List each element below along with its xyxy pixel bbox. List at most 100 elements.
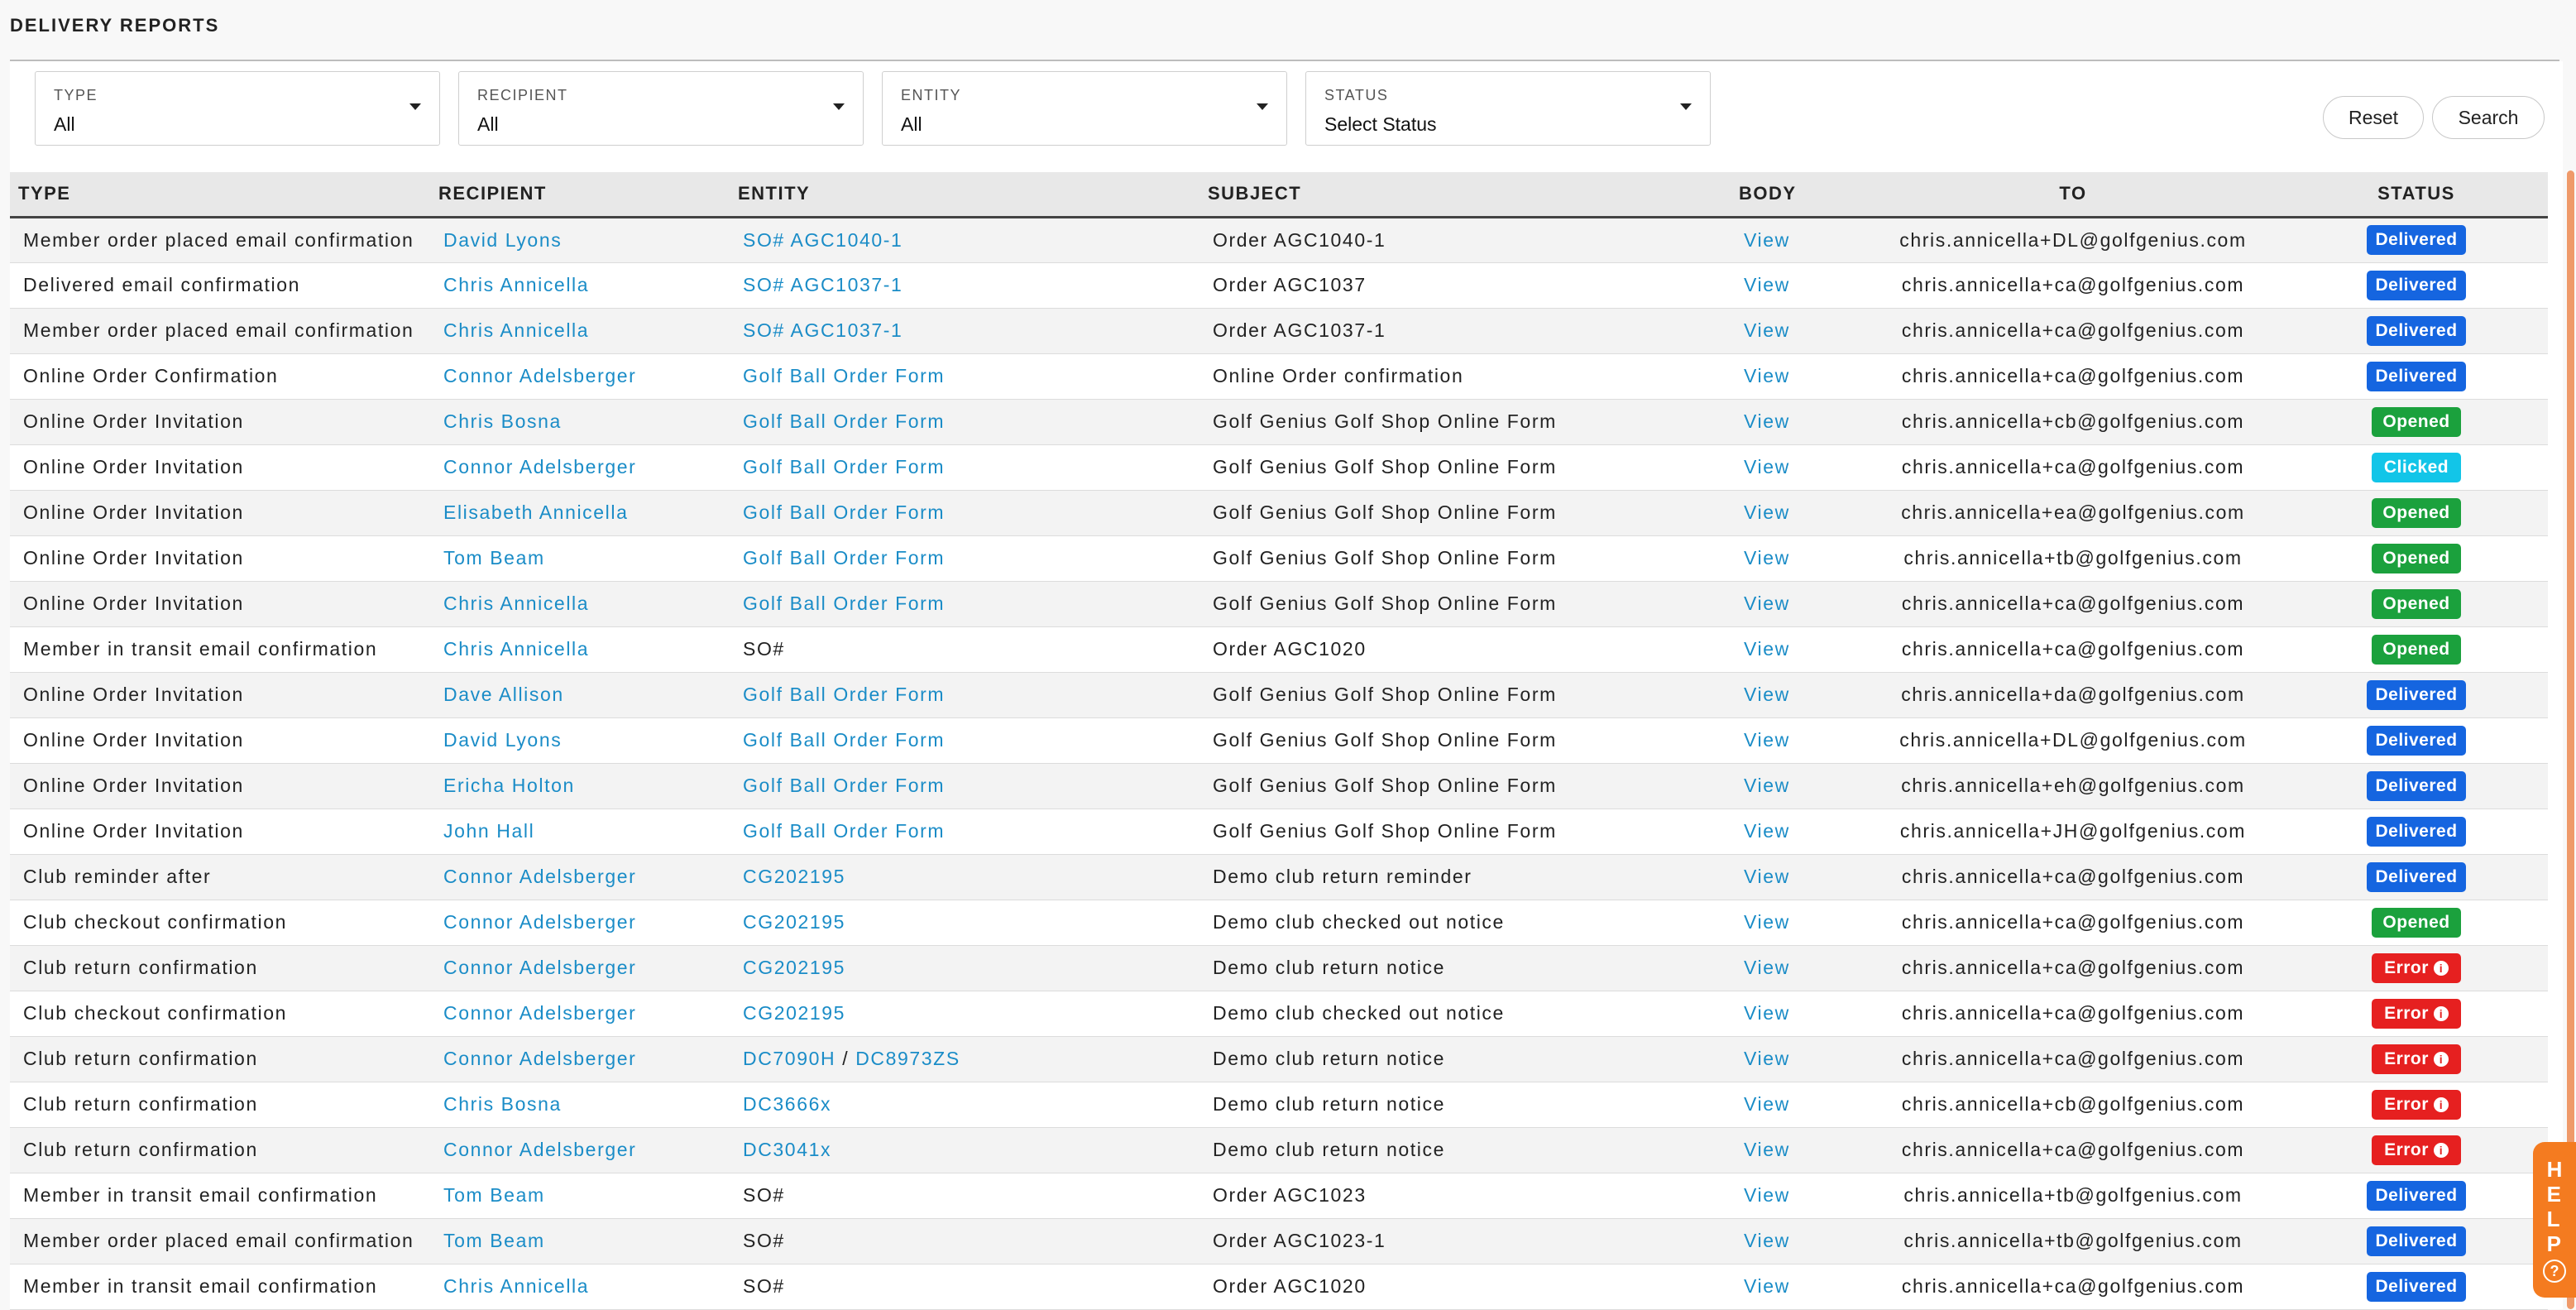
recipient-link[interactable]: John Hall [430,809,730,855]
view-body-link[interactable]: View [1744,729,1790,751]
reset-button[interactable]: Reset [2323,96,2424,139]
view-body-link[interactable]: View [1744,1048,1790,1069]
recipient-link[interactable]: Chris Bosna [430,399,730,445]
view-body-link[interactable]: View [1744,274,1790,295]
view-body-link[interactable]: View [1744,820,1790,842]
entity-link[interactable]: SO# AGC1037-1 [743,319,903,341]
recipient-link[interactable]: Chris Annicella [430,626,730,673]
recipient-link[interactable]: Connor Adelsberger [430,991,730,1037]
cell-body: View [1731,581,1861,627]
recipient-link[interactable]: Connor Adelsberger [430,353,730,400]
column-header-status[interactable]: STATUS [2285,172,2548,218]
recipient-link[interactable]: Connor Adelsberger [430,444,730,491]
info-icon[interactable]: i [2433,1051,2449,1067]
entity-link[interactable]: CG202195 [743,866,845,887]
view-body-link[interactable]: View [1744,593,1790,614]
view-body-link[interactable]: View [1744,1230,1790,1251]
view-body-link[interactable]: View [1744,1002,1790,1024]
view-body-link[interactable]: View [1744,1275,1790,1297]
entity-link[interactable]: SO# AGC1037-1 [743,274,903,295]
cell-to: chris.annicella+ca@golfgenius.com [1861,444,2285,491]
info-icon[interactable]: i [2433,1142,2449,1158]
info-icon[interactable]: i [2433,960,2449,976]
entity-filter-select[interactable]: ENTITY All [882,71,1287,146]
cell-status: Delivered [2285,1173,2548,1219]
recipient-filter-select[interactable]: RECIPIENT All [458,71,864,146]
entity-link[interactable]: Golf Ball Order Form [743,456,945,477]
help-tab[interactable]: HELP ? [2533,1142,2576,1298]
recipient-link[interactable]: Chris Annicella [430,308,730,354]
view-body-link[interactable]: View [1744,638,1790,660]
entity-link[interactable]: Golf Ball Order Form [743,775,945,796]
status-badge[interactable]: Error i [2372,1135,2461,1165]
entity-link[interactable]: CG202195 [743,911,845,933]
recipient-link[interactable]: Connor Adelsberger [430,1036,730,1082]
entity-link[interactable]: DC7090H [743,1048,836,1069]
recipient-link[interactable]: Chris Annicella [430,581,730,627]
status-badge[interactable]: Error i [2372,998,2461,1029]
column-header-body[interactable]: BODY [1731,172,1861,218]
view-body-link[interactable]: View [1744,410,1790,432]
status-badge[interactable]: Error i [2372,1044,2461,1074]
status-filter-select[interactable]: STATUS Select Status [1305,71,1711,146]
scrollbar-thumb[interactable] [2567,170,2574,1309]
recipient-link[interactable]: Tom Beam [430,1218,730,1264]
recipient-link[interactable]: Chris Annicella [430,1264,730,1310]
column-header-to[interactable]: TO [1861,172,2285,218]
view-body-link[interactable]: View [1744,775,1790,796]
recipient-link[interactable]: Chris Annicella [430,262,730,309]
info-icon[interactable]: i [2433,1096,2449,1112]
cell-body: View [1731,900,1861,946]
recipient-link[interactable]: David Lyons [430,217,730,263]
view-body-link[interactable]: View [1744,866,1790,887]
cell-status: Delivered [2285,262,2548,309]
recipient-link[interactable]: Dave Allison [430,672,730,718]
status-badge-label: Delivered [2375,230,2458,249]
entity-link[interactable]: Golf Ball Order Form [743,820,945,842]
info-icon[interactable]: i [2433,1005,2449,1021]
entity-link[interactable]: DC3041x [743,1139,831,1160]
recipient-link[interactable]: Connor Adelsberger [430,945,730,991]
recipient-link[interactable]: Tom Beam [430,535,730,582]
status-badge[interactable]: Error i [2372,1089,2461,1120]
recipient-link[interactable]: Chris Bosna [430,1082,730,1128]
entity-link[interactable]: CG202195 [743,957,845,978]
entity-link[interactable]: CG202195 [743,1002,845,1024]
entity-link[interactable]: Golf Ball Order Form [743,729,945,751]
entity-link[interactable]: Golf Ball Order Form [743,410,945,432]
column-header-recipient[interactable]: RECIPIENT [430,172,730,218]
column-header-type[interactable]: TYPE [10,172,430,218]
view-body-link[interactable]: View [1744,365,1790,386]
entity-link[interactable]: Golf Ball Order Form [743,547,945,569]
entity-link[interactable]: Golf Ball Order Form [743,684,945,705]
recipient-link[interactable]: Connor Adelsberger [430,854,730,900]
type-filter-select[interactable]: TYPE All [35,71,440,146]
entity-link[interactable]: Golf Ball Order Form [743,593,945,614]
recipient-link[interactable]: Connor Adelsberger [430,900,730,946]
recipient-link[interactable]: Connor Adelsberger [430,1127,730,1173]
recipient-link[interactable]: Elisabeth Annicella [430,490,730,536]
view-body-link[interactable]: View [1744,319,1790,341]
column-header-subject[interactable]: SUBJECT [1199,172,1731,218]
recipient-link[interactable]: Ericha Holton [430,763,730,809]
view-body-link[interactable]: View [1744,1184,1790,1206]
search-button[interactable]: Search [2432,96,2545,139]
status-badge[interactable]: Error i [2372,953,2461,983]
view-body-link[interactable]: View [1744,1139,1790,1160]
view-body-link[interactable]: View [1744,547,1790,569]
entity-link[interactable]: Golf Ball Order Form [743,501,945,523]
view-body-link[interactable]: View [1744,229,1790,251]
view-body-link[interactable]: View [1744,456,1790,477]
recipient-link[interactable]: Tom Beam [430,1173,730,1219]
column-header-entity[interactable]: ENTITY [730,172,1199,218]
entity-link[interactable]: DC3666x [743,1093,831,1115]
view-body-link[interactable]: View [1744,911,1790,933]
entity-link[interactable]: SO# AGC1040-1 [743,229,903,251]
view-body-link[interactable]: View [1744,957,1790,978]
entity-link[interactable]: DC8973ZS [855,1048,960,1069]
entity-link[interactable]: Golf Ball Order Form [743,365,945,386]
recipient-link[interactable]: David Lyons [430,717,730,764]
view-body-link[interactable]: View [1744,501,1790,523]
view-body-link[interactable]: View [1744,1093,1790,1115]
view-body-link[interactable]: View [1744,684,1790,705]
